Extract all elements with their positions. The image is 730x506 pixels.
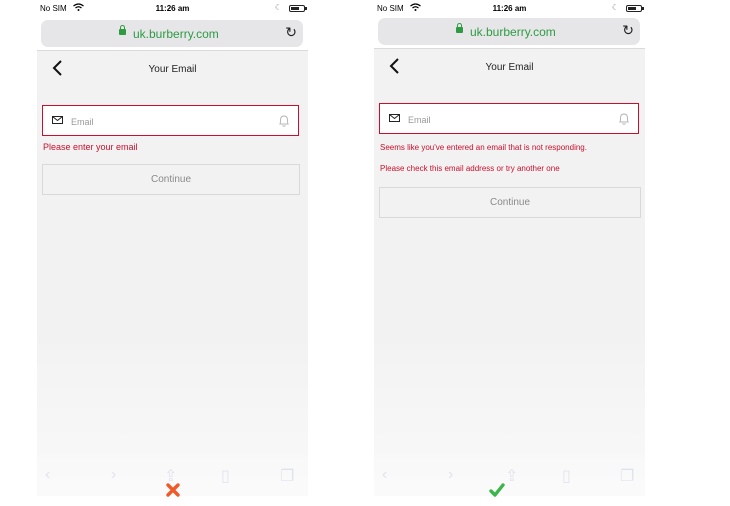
moon-icon: ☾ bbox=[274, 3, 282, 12]
envelope-icon bbox=[389, 114, 400, 122]
email-field[interactable] bbox=[379, 103, 639, 134]
bookmarks-icon[interactable]: ▯ bbox=[221, 466, 230, 486]
email-field[interactable] bbox=[42, 105, 299, 136]
clock: 11:26 am bbox=[492, 4, 527, 13]
email-input[interactable] bbox=[69, 112, 273, 132]
error-message: Please enter your email bbox=[43, 142, 138, 152]
envelope-icon bbox=[52, 116, 63, 124]
url-text[interactable]: uk.burberry.com bbox=[470, 25, 556, 39]
address-bar-container: uk.burberry.com ↻ bbox=[374, 15, 645, 49]
nav-bar: Your Email bbox=[37, 51, 308, 87]
tabs-icon[interactable]: ❐ bbox=[280, 466, 294, 486]
address-bar[interactable]: uk.burberry.com ↻ bbox=[378, 18, 640, 45]
moon-icon: ☾ bbox=[611, 3, 619, 12]
back-icon[interactable]: ‹ bbox=[45, 466, 50, 484]
back-icon[interactable]: ‹ bbox=[382, 466, 387, 484]
battery-icon bbox=[289, 5, 307, 12]
lock-icon bbox=[119, 25, 126, 35]
reload-icon[interactable]: ↻ bbox=[285, 24, 297, 41]
forward-icon[interactable]: › bbox=[448, 466, 453, 484]
page-title: Your Email bbox=[148, 64, 197, 75]
continue-button[interactable]: Continue bbox=[379, 187, 641, 218]
battery-icon bbox=[626, 5, 644, 12]
address-bar[interactable]: uk.burberry.com ↻ bbox=[41, 20, 303, 47]
lock-icon bbox=[456, 23, 463, 33]
error-message-line-2: Please check this email address or try a… bbox=[380, 164, 560, 173]
bookmarks-icon[interactable]: ▯ bbox=[562, 466, 571, 486]
phone-screen-right: No SIM 11:26 am ☾ uk.burberry.com ↻ Your… bbox=[374, 0, 645, 496]
forward-icon[interactable]: › bbox=[111, 466, 116, 484]
bell-icon bbox=[279, 115, 289, 127]
page-title: Your Email bbox=[485, 62, 534, 73]
tabs-icon[interactable]: ❐ bbox=[620, 466, 634, 486]
email-input[interactable] bbox=[406, 110, 610, 130]
url-text[interactable]: uk.burberry.com bbox=[133, 27, 219, 41]
address-bar-container: uk.burberry.com ↻ bbox=[37, 17, 308, 51]
check-icon bbox=[489, 483, 505, 497]
status-bar: No SIM 11:26 am ☾ bbox=[37, 0, 308, 17]
clock: 11:26 am bbox=[155, 4, 190, 13]
share-icon[interactable]: ⇪ bbox=[505, 466, 518, 486]
cross-icon bbox=[166, 483, 180, 497]
nav-bar: Your Email bbox=[374, 49, 645, 85]
error-message-line-1: Seems like you've entered an email that … bbox=[380, 143, 587, 152]
reload-icon[interactable]: ↻ bbox=[622, 22, 634, 39]
phone-screen-left: No SIM 11:26 am ☾ uk.burberry.com ↻ Your… bbox=[37, 0, 308, 496]
bell-icon bbox=[619, 113, 629, 125]
continue-button[interactable]: Continue bbox=[42, 164, 300, 195]
browser-toolbar: ‹ › ⇪ ▯ ❐ bbox=[374, 458, 645, 496]
